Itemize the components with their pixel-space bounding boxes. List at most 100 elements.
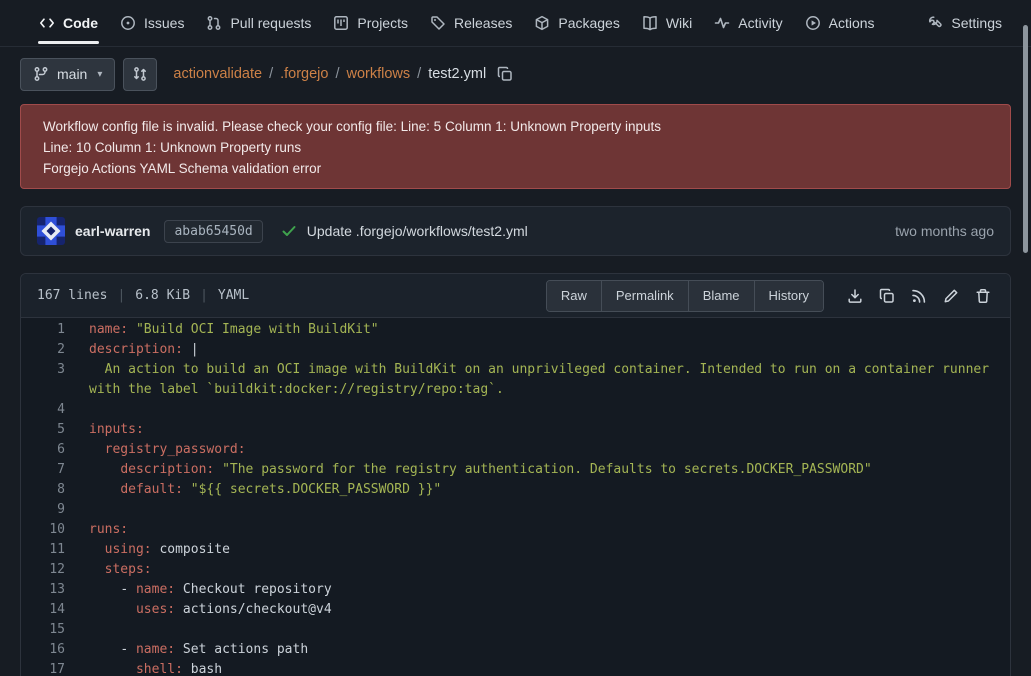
- code-line-text: inputs:: [67, 420, 1010, 440]
- file-tool-icons: [840, 281, 998, 311]
- code-line-text: [67, 400, 1010, 420]
- line-number[interactable]: 9: [21, 500, 67, 520]
- code-line: 5inputs:: [21, 420, 1010, 440]
- code-line-text: [67, 500, 1010, 520]
- raw-button[interactable]: Raw: [547, 281, 601, 311]
- commit-status-check-icon[interactable]: [281, 223, 297, 239]
- code-view: 1name: "Build OCI Image with BuildKit"2d…: [21, 318, 1010, 676]
- code-line-text: registry_password:: [67, 440, 1010, 460]
- code-line-text: shell: bash: [67, 660, 1010, 676]
- branch-name: main: [57, 66, 87, 82]
- commit-age: two months ago: [895, 223, 994, 239]
- code-line: 11 using: composite: [21, 540, 1010, 560]
- copy-icon[interactable]: [872, 281, 902, 311]
- history-button[interactable]: History: [754, 281, 823, 311]
- tab-label: Issues: [144, 15, 184, 31]
- commit-hash[interactable]: abab65450d: [164, 220, 262, 243]
- tab-settings[interactable]: Settings: [916, 0, 1013, 46]
- line-number[interactable]: 13: [21, 580, 67, 600]
- code-line: 8 default: "${{ secrets.DOCKER_PASSWORD …: [21, 480, 1010, 500]
- code-line: 14 uses: actions/checkout@v4: [21, 600, 1010, 620]
- code-line: 3 An action to build an OCI image with B…: [21, 360, 1010, 400]
- copy-path-button[interactable]: [497, 66, 513, 82]
- code-line: 16 - name: Set actions path: [21, 640, 1010, 660]
- tab-releases[interactable]: Releases: [419, 0, 523, 46]
- code-line-text: runs:: [67, 520, 1010, 540]
- tab-packages[interactable]: Packages: [523, 0, 630, 46]
- edit-icon[interactable]: [936, 281, 966, 311]
- package-icon: [534, 15, 550, 31]
- code-line: 4: [21, 400, 1010, 420]
- tab-label: Actions: [829, 15, 875, 31]
- code-line: 2description: |: [21, 340, 1010, 360]
- repo-file-page: Code Issues Pull requests Projects Releases P…: [0, 0, 1031, 676]
- tab-activity[interactable]: Activity: [703, 0, 793, 46]
- line-number[interactable]: 15: [21, 620, 67, 640]
- git-branch-icon: [33, 66, 49, 82]
- code-line-text: - name: Checkout repository: [67, 580, 1010, 600]
- latest-commit-bar: earl-warren abab65450d Update .forgejo/w…: [20, 206, 1011, 256]
- code-line: 7 description: "The password for the reg…: [21, 460, 1010, 480]
- tab-wiki[interactable]: Wiki: [631, 0, 703, 46]
- tab-pull-requests[interactable]: Pull requests: [195, 0, 322, 46]
- line-number[interactable]: 6: [21, 440, 67, 460]
- branch-selector[interactable]: main ▾: [20, 58, 115, 91]
- line-number[interactable]: 4: [21, 400, 67, 420]
- code-line-text: default: "${{ secrets.DOCKER_PASSWORD }}…: [67, 480, 1010, 500]
- tab-issues[interactable]: Issues: [109, 0, 195, 46]
- branch-breadcrumb-row: main ▾ actionvalidate/.forgejo/workflows…: [20, 57, 1011, 91]
- line-number[interactable]: 16: [21, 640, 67, 660]
- rss-icon[interactable]: [904, 281, 934, 311]
- line-number[interactable]: 10: [21, 520, 67, 540]
- tag-icon: [430, 15, 446, 31]
- tab-projects[interactable]: Projects: [322, 0, 419, 46]
- book-icon: [642, 15, 658, 31]
- line-number[interactable]: 14: [21, 600, 67, 620]
- permalink-button[interactable]: Permalink: [601, 281, 688, 311]
- line-number[interactable]: 5: [21, 420, 67, 440]
- line-number[interactable]: 7: [21, 460, 67, 480]
- breadcrumb-link-workflows[interactable]: workflows: [347, 66, 411, 82]
- delete-icon[interactable]: [968, 281, 998, 311]
- line-number[interactable]: 17: [21, 660, 67, 676]
- tab-actions[interactable]: Actions: [794, 0, 886, 46]
- scrollbar-thumb[interactable]: [1023, 25, 1028, 253]
- tab-label: Wiki: [666, 15, 692, 31]
- breadcrumb-link--forgejo[interactable]: .forgejo: [280, 66, 328, 82]
- tab-label: Projects: [357, 15, 408, 31]
- tab-code[interactable]: Code: [28, 0, 109, 46]
- code-line: 6 registry_password:: [21, 440, 1010, 460]
- line-number[interactable]: 8: [21, 480, 67, 500]
- blame-button[interactable]: Blame: [688, 281, 754, 311]
- breadcrumb-separator: /: [269, 66, 273, 82]
- file-info: 167 lines | 6.8 KiB | YAML: [37, 288, 249, 303]
- file-header: 167 lines | 6.8 KiB | YAML RawPermalinkB…: [21, 274, 1010, 318]
- code-line-text: uses: actions/checkout@v4: [67, 600, 1010, 620]
- error-line: Forgejo Actions YAML Schema validation e…: [43, 158, 988, 179]
- breadcrumb-link-actionvalidate[interactable]: actionvalidate: [173, 66, 262, 82]
- download-icon[interactable]: [840, 281, 870, 311]
- code-line: 13 - name: Checkout repository: [21, 580, 1010, 600]
- page-scrollbar: [1021, 0, 1031, 676]
- code-line: 1name: "Build OCI Image with BuildKit": [21, 320, 1010, 340]
- tab-label: Releases: [454, 15, 512, 31]
- commit-author[interactable]: earl-warren: [75, 223, 150, 239]
- code-line-text: description: "The password for the regis…: [67, 460, 1010, 480]
- code-line-text: An action to build an OCI image with Bui…: [67, 360, 1010, 400]
- code-line: 12 steps:: [21, 560, 1010, 580]
- line-number[interactable]: 3: [21, 360, 67, 400]
- git-compare-icon: [132, 66, 148, 82]
- tab-label: Packages: [558, 15, 619, 31]
- line-number[interactable]: 12: [21, 560, 67, 580]
- code-line: 9: [21, 500, 1010, 520]
- avatar[interactable]: [37, 217, 65, 245]
- wrench-icon: [927, 15, 943, 31]
- line-number[interactable]: 1: [21, 320, 67, 340]
- repo-tab-bar: Code Issues Pull requests Projects Releases P…: [0, 0, 1031, 47]
- code-line-text: - name: Set actions path: [67, 640, 1010, 660]
- line-number[interactable]: 11: [21, 540, 67, 560]
- commit-message[interactable]: Update .forgejo/workflows/test2.yml: [307, 223, 528, 239]
- compare-button[interactable]: [123, 58, 157, 91]
- line-number[interactable]: 2: [21, 340, 67, 360]
- file-line-count: 167 lines: [37, 288, 107, 303]
